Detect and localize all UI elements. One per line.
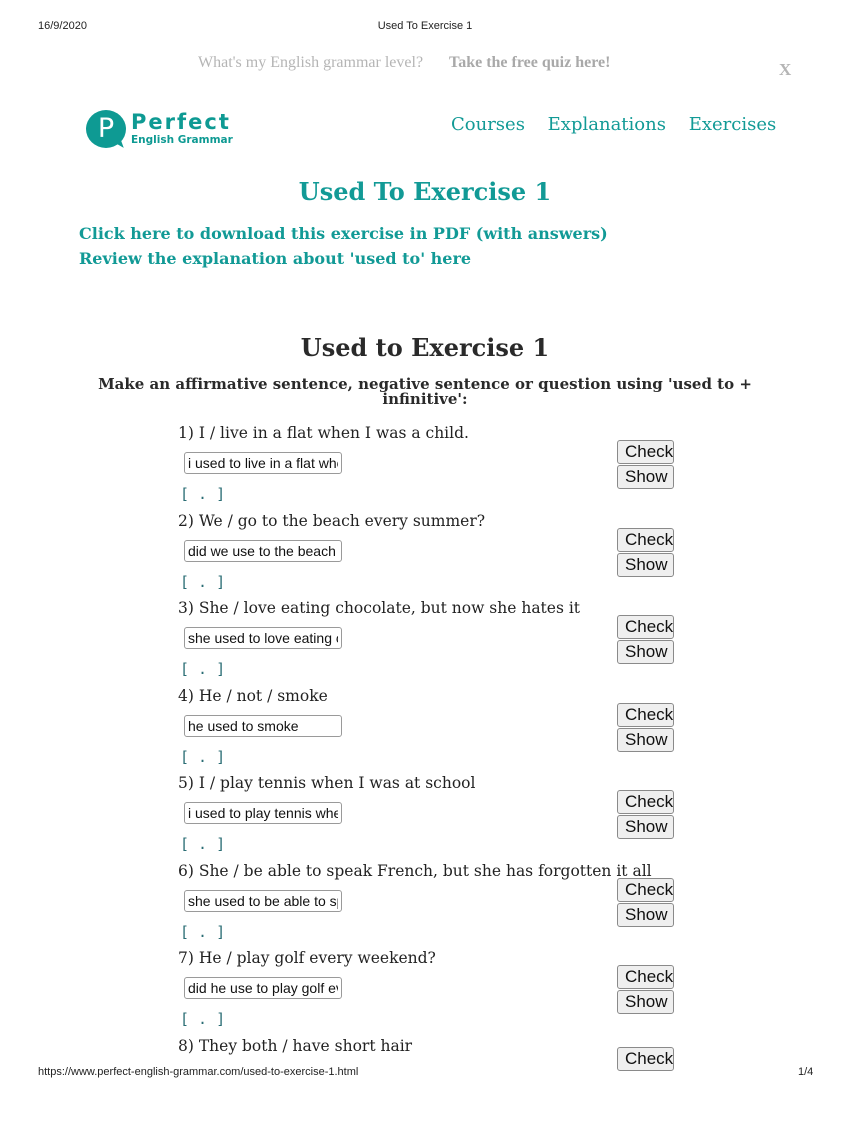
show-button[interactable]: Show <box>617 990 674 1014</box>
question-item: 1) I / live in a flat when I was a child… <box>178 424 678 512</box>
nav-courses[interactable]: Courses <box>451 114 525 135</box>
answer-input[interactable] <box>184 452 342 474</box>
check-button[interactable]: Check <box>617 1047 674 1071</box>
question-text: 6) She / be able to speak French, but sh… <box>178 862 652 880</box>
check-button[interactable]: Check <box>617 528 674 552</box>
answer-feedback: [ . ] <box>180 748 225 766</box>
print-url: https://www.perfect-english-grammar.com/… <box>38 1066 358 1078</box>
check-button[interactable]: Check <box>617 965 674 989</box>
answer-input[interactable] <box>184 890 342 912</box>
question-text: 7) He / play golf every weekend? <box>178 949 436 967</box>
question-text: 2) We / go to the beach every summer? <box>178 512 485 530</box>
main-nav: Courses Explanations Exercises <box>451 114 793 135</box>
check-button[interactable]: Check <box>617 703 674 727</box>
question-item: 8) They both / have short hair Check <box>178 1037 678 1124</box>
question-item: 3) She / love eating chocolate, but now … <box>178 599 678 687</box>
question-text: 8) They both / have short hair <box>178 1037 412 1055</box>
answer-feedback: [ . ] <box>180 923 225 941</box>
show-button[interactable]: Show <box>617 553 674 577</box>
question-text: 4) He / not / smoke <box>178 687 328 705</box>
answer-feedback: [ . ] <box>180 573 225 591</box>
answer-feedback: [ . ] <box>180 660 225 678</box>
show-button[interactable]: Show <box>617 640 674 664</box>
question-item: 7) He / play golf every weekend? [ . ] C… <box>178 949 678 1037</box>
check-button[interactable]: Check <box>617 790 674 814</box>
promo-question: What's my English grammar level? <box>198 54 423 72</box>
logo-letter: P <box>86 110 126 148</box>
question-text: 5) I / play tennis when I was at school <box>178 774 475 792</box>
show-button[interactable]: Show <box>617 903 674 927</box>
resource-links: Click here to download this exercise in … <box>79 221 608 271</box>
answer-input[interactable] <box>184 627 342 649</box>
exercise-title: Used to Exercise 1 <box>0 333 850 362</box>
review-explanation-link[interactable]: Review the explanation about 'used to' h… <box>79 246 608 271</box>
answer-input[interactable] <box>184 802 342 824</box>
page-title: Used To Exercise 1 <box>0 177 850 206</box>
close-icon[interactable]: X <box>779 60 791 80</box>
show-button[interactable]: Show <box>617 815 674 839</box>
download-pdf-link[interactable]: Click here to download this exercise in … <box>79 221 608 246</box>
site-logo[interactable]: P Perfect English Grammar <box>86 110 236 152</box>
exercise-instructions: Make an affirmative sentence, negative s… <box>95 377 755 407</box>
answer-input[interactable] <box>184 715 342 737</box>
logo-subtitle: English Grammar <box>131 134 233 146</box>
question-item: 2) We / go to the beach every summer? [ … <box>178 512 678 600</box>
check-button[interactable]: Check <box>617 440 674 464</box>
print-page-number: 1/4 <box>798 1066 813 1078</box>
nav-explanations[interactable]: Explanations <box>548 114 666 135</box>
show-button[interactable]: Show <box>617 728 674 752</box>
question-item: 5) I / play tennis when I was at school … <box>178 774 678 862</box>
show-button[interactable]: Show <box>617 465 674 489</box>
question-text: 1) I / live in a flat when I was a child… <box>178 424 469 442</box>
question-list: 1) I / live in a flat when I was a child… <box>178 424 678 1124</box>
question-text: 3) She / love eating chocolate, but now … <box>178 599 580 617</box>
check-button[interactable]: Check <box>617 615 674 639</box>
answer-feedback: [ . ] <box>180 1010 225 1028</box>
question-item: 6) She / be able to speak French, but sh… <box>178 862 678 950</box>
promo-quiz-link[interactable]: Take the free quiz here! <box>449 54 610 72</box>
answer-input[interactable] <box>184 977 342 999</box>
question-item: 4) He / not / smoke [ . ] Check Show <box>178 687 678 775</box>
logo-word: Perfect <box>131 110 231 134</box>
nav-exercises[interactable]: Exercises <box>689 114 777 135</box>
answer-input[interactable] <box>184 540 342 562</box>
answer-feedback: [ . ] <box>180 485 225 503</box>
check-button[interactable]: Check <box>617 878 674 902</box>
print-title: Used To Exercise 1 <box>0 20 850 32</box>
answer-feedback: [ . ] <box>180 835 225 853</box>
